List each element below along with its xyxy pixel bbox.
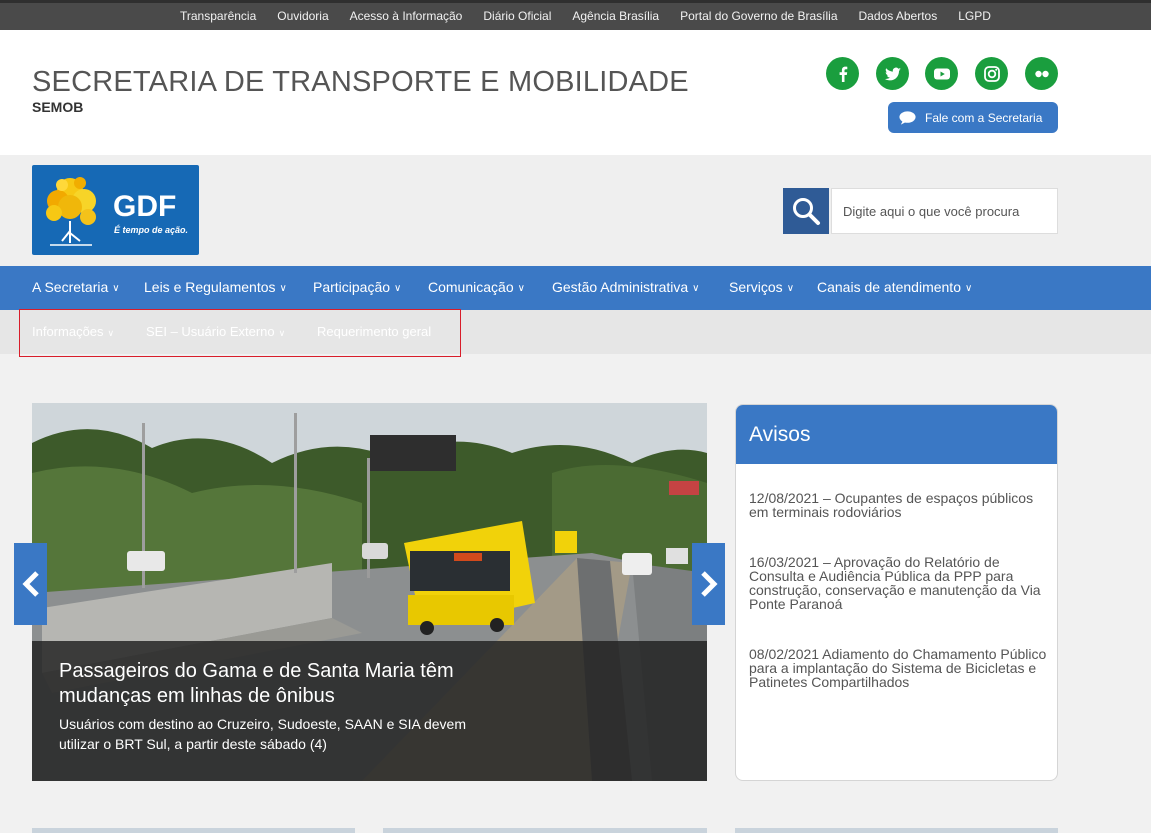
fale-com-secretaria-button[interactable]: Fale com a Secretaria [888, 102, 1058, 133]
slide-subtitle: Usuários com destino ao Cruzeiro, Sudoes… [59, 716, 466, 752]
carousel-prev-button[interactable] [14, 543, 47, 625]
avisos-title: Avisos [749, 423, 811, 446]
nav-item-participacao[interactable]: Participação ∨ [313, 279, 401, 295]
fale-label: Fale com a Secretaria [925, 110, 1043, 125]
gdf-logo-text: GDF [113, 190, 177, 223]
avisos-panel: Avisos 12/08/2021 – Ocupantes de espaços… [735, 404, 1058, 781]
top-utility-bar: Transparência Ouvidoria Acesso à Informa… [0, 0, 1151, 30]
nav-label: Comunicação [428, 279, 514, 295]
nav-item-leis-regulamentos[interactable]: Leis e Regulamentos ∨ [144, 279, 287, 295]
aviso-item[interactable]: 08/02/2021 Adiamento do Chamamento Públi… [749, 647, 1047, 689]
ipe-tree-icon [46, 177, 96, 246]
nav-item-comunicacao[interactable]: Comunicação ∨ [428, 279, 525, 295]
nav-label: Serviços [729, 279, 783, 295]
top-link-portal-governo[interactable]: Portal do Governo de Brasília [680, 9, 837, 23]
top-link-transparencia[interactable]: Transparência [180, 9, 256, 23]
chat-icon [899, 110, 916, 125]
slide-caption[interactable]: Passageiros do Gama e de Santa Maria têm… [32, 641, 707, 781]
gdf-logo[interactable]: GDF É tempo de ação. [32, 165, 199, 255]
nav-item-a-secretaria[interactable]: A Secretaria ∨ [32, 279, 120, 295]
main-nav: A Secretaria ∨ Leis e Regulamentos ∨ Parti… [0, 266, 1151, 310]
nav-item-servicos[interactable]: Serviços ∨ [729, 279, 794, 295]
nav-label: Leis e Regulamentos [144, 279, 276, 295]
chevron-right-icon [700, 571, 718, 597]
chevron-down-icon: ∨ [692, 283, 700, 294]
chevron-left-icon [21, 571, 39, 597]
logo-search-band: GDF É tempo de ação. [0, 155, 1151, 266]
flickr-icon[interactable] [1025, 57, 1058, 90]
nav-label: Gestão Administrativa [552, 279, 689, 295]
gdf-logo-tagline: É tempo de ação. [114, 225, 189, 235]
nav-item-canais-atendimento[interactable]: Canais de atendimento ∨ [817, 279, 972, 295]
top-link-lgpd[interactable]: LGPD [958, 9, 991, 23]
site-title[interactable]: SECRETARIA DE TRANSPORTE E MOBILIDADE [32, 66, 689, 99]
chevron-down-icon: ∨ [112, 283, 120, 294]
site-subtitle: SEMOB [32, 99, 84, 115]
chevron-down-icon: ∨ [965, 283, 973, 294]
twitter-icon[interactable] [876, 57, 909, 90]
nav-label: A Secretaria [32, 279, 109, 295]
search-button[interactable] [783, 188, 829, 234]
slide-title[interactable]: Passageiros do Gama e de Santa Maria têm… [59, 659, 489, 709]
news-carousel[interactable]: Passageiros do Gama e de Santa Maria têm… [32, 403, 707, 781]
youtube-icon[interactable] [925, 57, 958, 90]
chevron-down-icon: ∨ [517, 283, 525, 294]
below-fold-card [735, 828, 1058, 833]
top-links: Transparência Ouvidoria Acesso à Informa… [180, 9, 991, 23]
top-link-acesso-informacao[interactable]: Acesso à Informação [350, 9, 463, 23]
search-input[interactable] [831, 188, 1058, 234]
chevron-down-icon: ∨ [786, 283, 795, 294]
top-link-ouvidoria[interactable]: Ouvidoria [277, 9, 328, 23]
below-fold-card [32, 828, 355, 833]
nav-label: Canais de atendimento [817, 279, 961, 295]
top-link-diario-oficial[interactable]: Diário Oficial [483, 9, 551, 23]
highlight-outline [19, 309, 461, 357]
top-link-dados-abertos[interactable]: Dados Abertos [859, 9, 938, 23]
site-header: SECRETARIA DE TRANSPORTE E MOBILIDADE SE… [0, 30, 1151, 155]
below-fold-card [383, 828, 707, 833]
search-icon [793, 198, 820, 225]
carousel-next-button[interactable] [692, 543, 725, 625]
aviso-item[interactable]: 16/03/2021 – Aprovação do Relatório de C… [749, 555, 1047, 611]
top-link-agencia-brasilia[interactable]: Agência Brasília [572, 9, 659, 23]
avisos-header: Avisos [736, 405, 1057, 464]
nav-label: Participação [313, 279, 391, 295]
chevron-down-icon: ∨ [279, 283, 287, 294]
instagram-icon[interactable] [975, 57, 1008, 90]
aviso-item[interactable]: 12/08/2021 – Ocupantes de espaços públic… [749, 491, 1047, 519]
facebook-icon[interactable] [826, 57, 859, 90]
nav-item-gestao-administrativa[interactable]: Gestão Administrativa ∨ [552, 279, 700, 295]
chevron-down-icon: ∨ [394, 283, 402, 294]
